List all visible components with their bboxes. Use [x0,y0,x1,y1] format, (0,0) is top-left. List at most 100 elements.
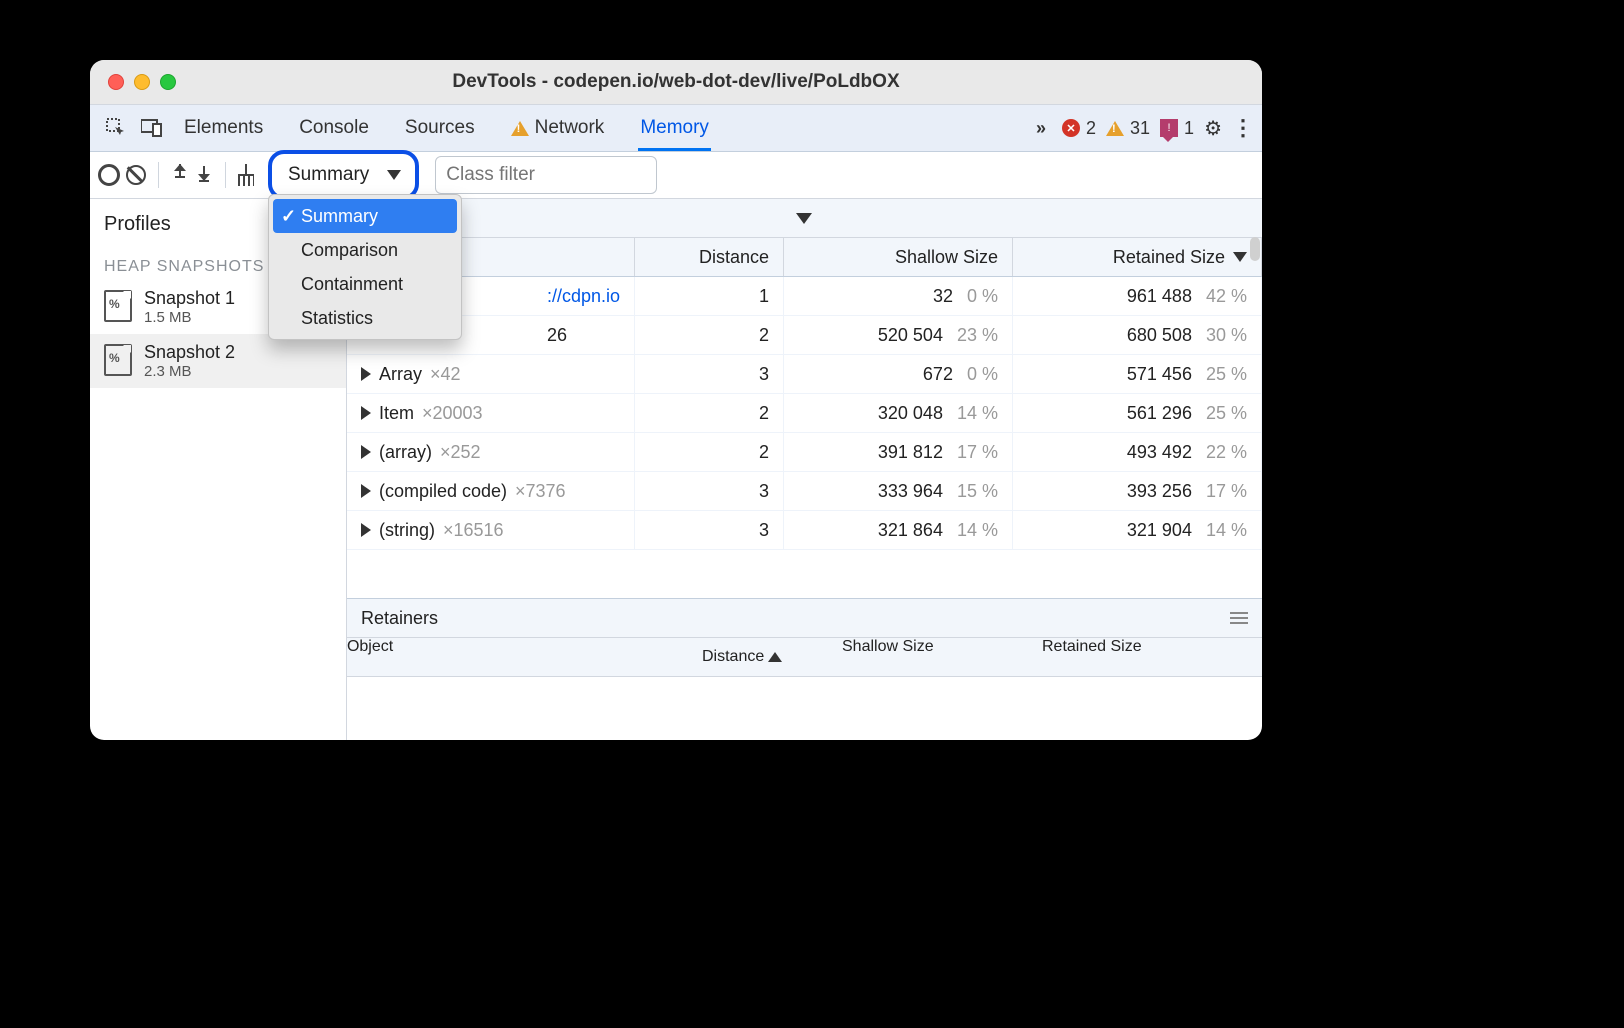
retained-cell: 571 45625 % [1013,355,1262,393]
class-filter-input[interactable] [435,156,657,194]
issue-count: 1 [1184,118,1194,139]
shallow-cell: 6720 % [784,355,1013,393]
snapshot-name: Snapshot 2 [144,342,235,363]
heap-table-panel: Constructor Distance Shallow Size Retain… [347,199,1262,740]
constructor-name: (string) [379,520,435,541]
snapshot-name: Snapshot 1 [144,288,235,309]
constructor-count: ×20003 [422,403,483,424]
constructor-count: ×16516 [443,520,504,541]
tab-network[interactable]: Network [509,105,607,151]
col-retained-label: Retained Size [1113,247,1225,268]
retained-cell: 493 49222 % [1013,433,1262,471]
table-header: Constructor Distance Shallow Size Retain… [347,238,1262,277]
constructor-name: ://cdpn.io [547,286,620,307]
tab-sources[interactable]: Sources [403,105,477,151]
constructor-name: Item [379,403,414,424]
constructor-name: (compiled code) [379,481,507,502]
table-row[interactable]: Item×200032320 04814 %561 29625 % [347,394,1262,433]
warning-count: 31 [1130,118,1150,139]
close-window-button[interactable] [108,74,124,90]
clear-all-button[interactable] [126,165,146,185]
shallow-cell: 321 86414 % [784,511,1013,549]
warning-count-badge[interactable]: 31 [1106,118,1150,139]
distance-cell: 3 [635,355,784,393]
retainers-body [347,677,1262,740]
collect-garbage-icon[interactable] [238,166,254,184]
snapshot-icon [104,344,132,376]
distance-cell: 2 [635,316,784,354]
minimize-window-button[interactable] [134,74,150,90]
scroll-thumb[interactable] [1250,237,1260,261]
shallow-cell: 520 50423 % [784,316,1013,354]
distance-cell: 1 [635,277,784,315]
expand-icon[interactable] [361,406,371,420]
filter-dropdown-row[interactable] [347,199,1262,238]
more-options-icon[interactable]: ⋮ [1232,115,1254,141]
scrollbar[interactable] [1250,237,1260,740]
expand-icon[interactable] [361,484,371,498]
menu-item-summary[interactable]: Summary [273,199,457,233]
table-row[interactable]: 262520 50423 %680 50830 % [347,316,1262,355]
retained-cell: 321 90414 % [1013,511,1262,549]
retainers-panel: Retainers Object Distance Shallow Size R… [347,598,1262,740]
table-row[interactable]: Array ×42 36720 %571 45625 % [347,355,1262,394]
constructor-count: ×7376 [515,481,566,502]
issue-icon: ! [1160,119,1178,137]
settings-icon[interactable]: ⚙ [1204,116,1222,141]
distance-cell: 3 [635,511,784,549]
expand-icon[interactable] [361,523,371,537]
save-profile-icon[interactable] [195,166,213,184]
tab-console[interactable]: Console [297,105,371,151]
network-warning-icon [511,121,529,136]
retained-cell: 393 25617 % [1013,472,1262,510]
menu-item-comparison[interactable]: Comparison [273,233,457,267]
constructor-count: ×252 [440,442,481,463]
chevron-down-icon [796,213,812,224]
retainers-title: Retainers [361,608,438,629]
snapshot-size: 2.3 MB [144,363,235,380]
ret-col-retained[interactable]: Retained Size [1042,638,1262,676]
inspect-element-icon[interactable] [98,110,134,146]
record-button[interactable] [98,164,120,186]
expand-icon[interactable] [361,445,371,459]
zoom-window-button[interactable] [160,74,176,90]
distance-cell: 2 [635,433,784,471]
col-retained[interactable]: Retained Size [1013,238,1262,276]
col-shallow[interactable]: Shallow Size [784,238,1013,276]
tab-elements[interactable]: Elements [182,105,265,151]
ret-col-distance[interactable]: Distance [702,638,842,676]
table-body: ://cdpn.io1320 %961 48842 %262520 50423 … [347,277,1262,598]
view-mode-menu: Summary Comparison Containment Statistic… [268,194,462,340]
sort-asc-icon [768,652,782,662]
issue-count-badge[interactable]: ! 1 [1160,118,1194,139]
load-profile-icon[interactable] [171,166,189,184]
view-mode-dropdown[interactable]: Summary [268,150,419,200]
titlebar: DevTools - codepen.io/web-dot-dev/live/P… [90,60,1262,104]
shallow-cell: 333 96415 % [784,472,1013,510]
more-tabs-icon[interactable]: » [1036,118,1046,139]
expand-icon[interactable] [361,367,371,381]
constructor-name: Array [379,364,422,385]
table-row[interactable]: (string) ×16516 3321 86414 %321 90414 % [347,511,1262,550]
error-count-badge[interactable]: ✕ 2 [1062,118,1096,139]
constructor-count: ×42 [430,364,461,385]
devtools-window: DevTools - codepen.io/web-dot-dev/live/P… [90,60,1262,740]
retained-cell: 961 48842 % [1013,277,1262,315]
menu-item-containment[interactable]: Containment [273,267,457,301]
ret-col-distance-label: Distance [702,648,764,666]
table-row[interactable]: (compiled code)×73763333 96415 %393 2561… [347,472,1262,511]
col-distance[interactable]: Distance [635,238,784,276]
tab-memory[interactable]: Memory [638,105,711,151]
snapshot-item[interactable]: Snapshot 2 2.3 MB [90,334,346,388]
ret-col-shallow[interactable]: Shallow Size [842,638,1042,676]
toggle-device-icon[interactable] [134,110,170,146]
table-row[interactable]: (array)×2522391 81217 %493 49222 % [347,433,1262,472]
distance-cell: 2 [635,394,784,432]
ret-col-object[interactable]: Object [347,638,702,676]
table-row[interactable]: ://cdpn.io1320 %961 48842 % [347,277,1262,316]
error-count: 2 [1086,118,1096,139]
retainers-menu-icon[interactable] [1230,612,1248,624]
menu-item-statistics[interactable]: Statistics [273,301,457,335]
error-icon: ✕ [1062,119,1080,137]
warning-icon [1106,121,1124,136]
